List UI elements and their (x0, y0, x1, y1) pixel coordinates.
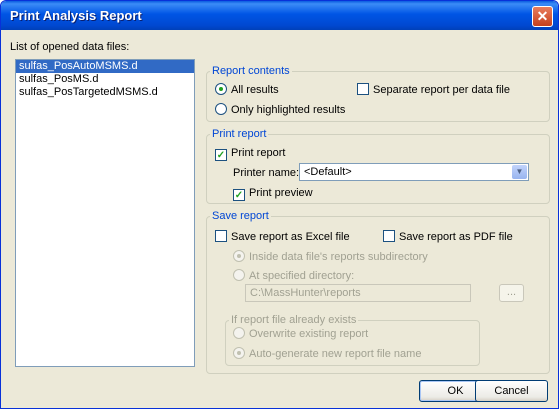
report-contents-legend: Report contents (212, 65, 290, 77)
inside-subdirectory-radio[interactable]: Inside data file's reports subdirectory (233, 250, 428, 264)
all-results-radio[interactable]: All results (215, 83, 279, 97)
data-files-list[interactable]: sulfas_PosAutoMSMS.d sulfas_PosMS.d sulf… (15, 59, 195, 367)
radio-indicator[interactable] (233, 327, 245, 339)
specified-directory-radio[interactable]: At specified directory: (233, 269, 354, 283)
file-exists-legend: If report file already exists (231, 314, 357, 326)
save-report-legend: Save report (212, 210, 269, 222)
list-item[interactable]: sulfas_PosMS.d (16, 73, 194, 86)
list-item[interactable]: sulfas_PosTargetedMSMS.d (16, 86, 194, 99)
browse-button[interactable]: ... (499, 284, 524, 302)
separate-report-checkbox[interactable]: Separate report per data file (357, 83, 510, 97)
all-results-label: All results (231, 84, 279, 96)
specified-directory-label: At specified directory: (249, 270, 355, 282)
radio-indicator[interactable] (233, 347, 245, 359)
print-report-legend: Print report (212, 128, 267, 140)
cancel-button[interactable]: Cancel (475, 380, 548, 402)
radio-indicator[interactable] (233, 250, 245, 262)
print-preview-label: Print preview (249, 187, 313, 199)
save-excel-label: Save report as Excel file (231, 231, 350, 243)
printer-name-select[interactable]: <Default> ▼ (299, 163, 529, 181)
autogenerate-radio[interactable]: Auto-generate new report file name (233, 347, 421, 361)
only-highlighted-label: Only highlighted results (231, 104, 346, 116)
check-icon[interactable]: ✓ (233, 189, 245, 201)
chevron-down-icon[interactable]: ▼ (512, 165, 527, 179)
directory-input[interactable]: C:\MassHunter\reports (245, 284, 471, 302)
checkbox-box[interactable] (357, 83, 369, 95)
print-report-label: Print report (231, 147, 286, 159)
close-button[interactable]: ✕ (532, 6, 553, 27)
only-highlighted-radio[interactable]: Only highlighted results (215, 103, 345, 117)
checkbox-box[interactable] (215, 230, 227, 242)
check-icon[interactable]: ✓ (215, 149, 227, 161)
autogenerate-label: Auto-generate new report file name (249, 348, 422, 360)
save-excel-checkbox[interactable]: Save report as Excel file (215, 230, 350, 244)
separate-report-label: Separate report per data file (373, 84, 510, 96)
save-pdf-checkbox[interactable]: Save report as PDF file (383, 230, 513, 244)
print-preview-checkbox[interactable]: ✓ Print preview (233, 187, 313, 201)
close-icon: ✕ (536, 8, 549, 24)
files-list-label: List of opened data files: (10, 41, 130, 53)
radio-indicator[interactable] (215, 83, 227, 95)
overwrite-radio[interactable]: Overwrite existing report (233, 327, 368, 341)
print-analysis-report-dialog: Print Analysis Report ✕ List of opened d… (0, 0, 559, 409)
window-title: Print Analysis Report (10, 8, 142, 23)
save-pdf-label: Save report as PDF file (399, 231, 513, 243)
radio-indicator[interactable] (215, 103, 227, 115)
list-item[interactable]: sulfas_PosAutoMSMS.d (16, 60, 194, 73)
print-report-checkbox[interactable]: ✓ Print report (215, 147, 285, 161)
overwrite-label: Overwrite existing report (249, 328, 369, 340)
printer-name-value: <Default> (304, 166, 352, 178)
inside-subdirectory-label: Inside data file's reports subdirectory (249, 251, 428, 263)
radio-indicator[interactable] (233, 269, 245, 281)
title-bar[interactable]: Print Analysis Report ✕ (1, 1, 558, 30)
printer-name-label: Printer name: (233, 167, 300, 179)
checkbox-box[interactable] (383, 230, 395, 242)
